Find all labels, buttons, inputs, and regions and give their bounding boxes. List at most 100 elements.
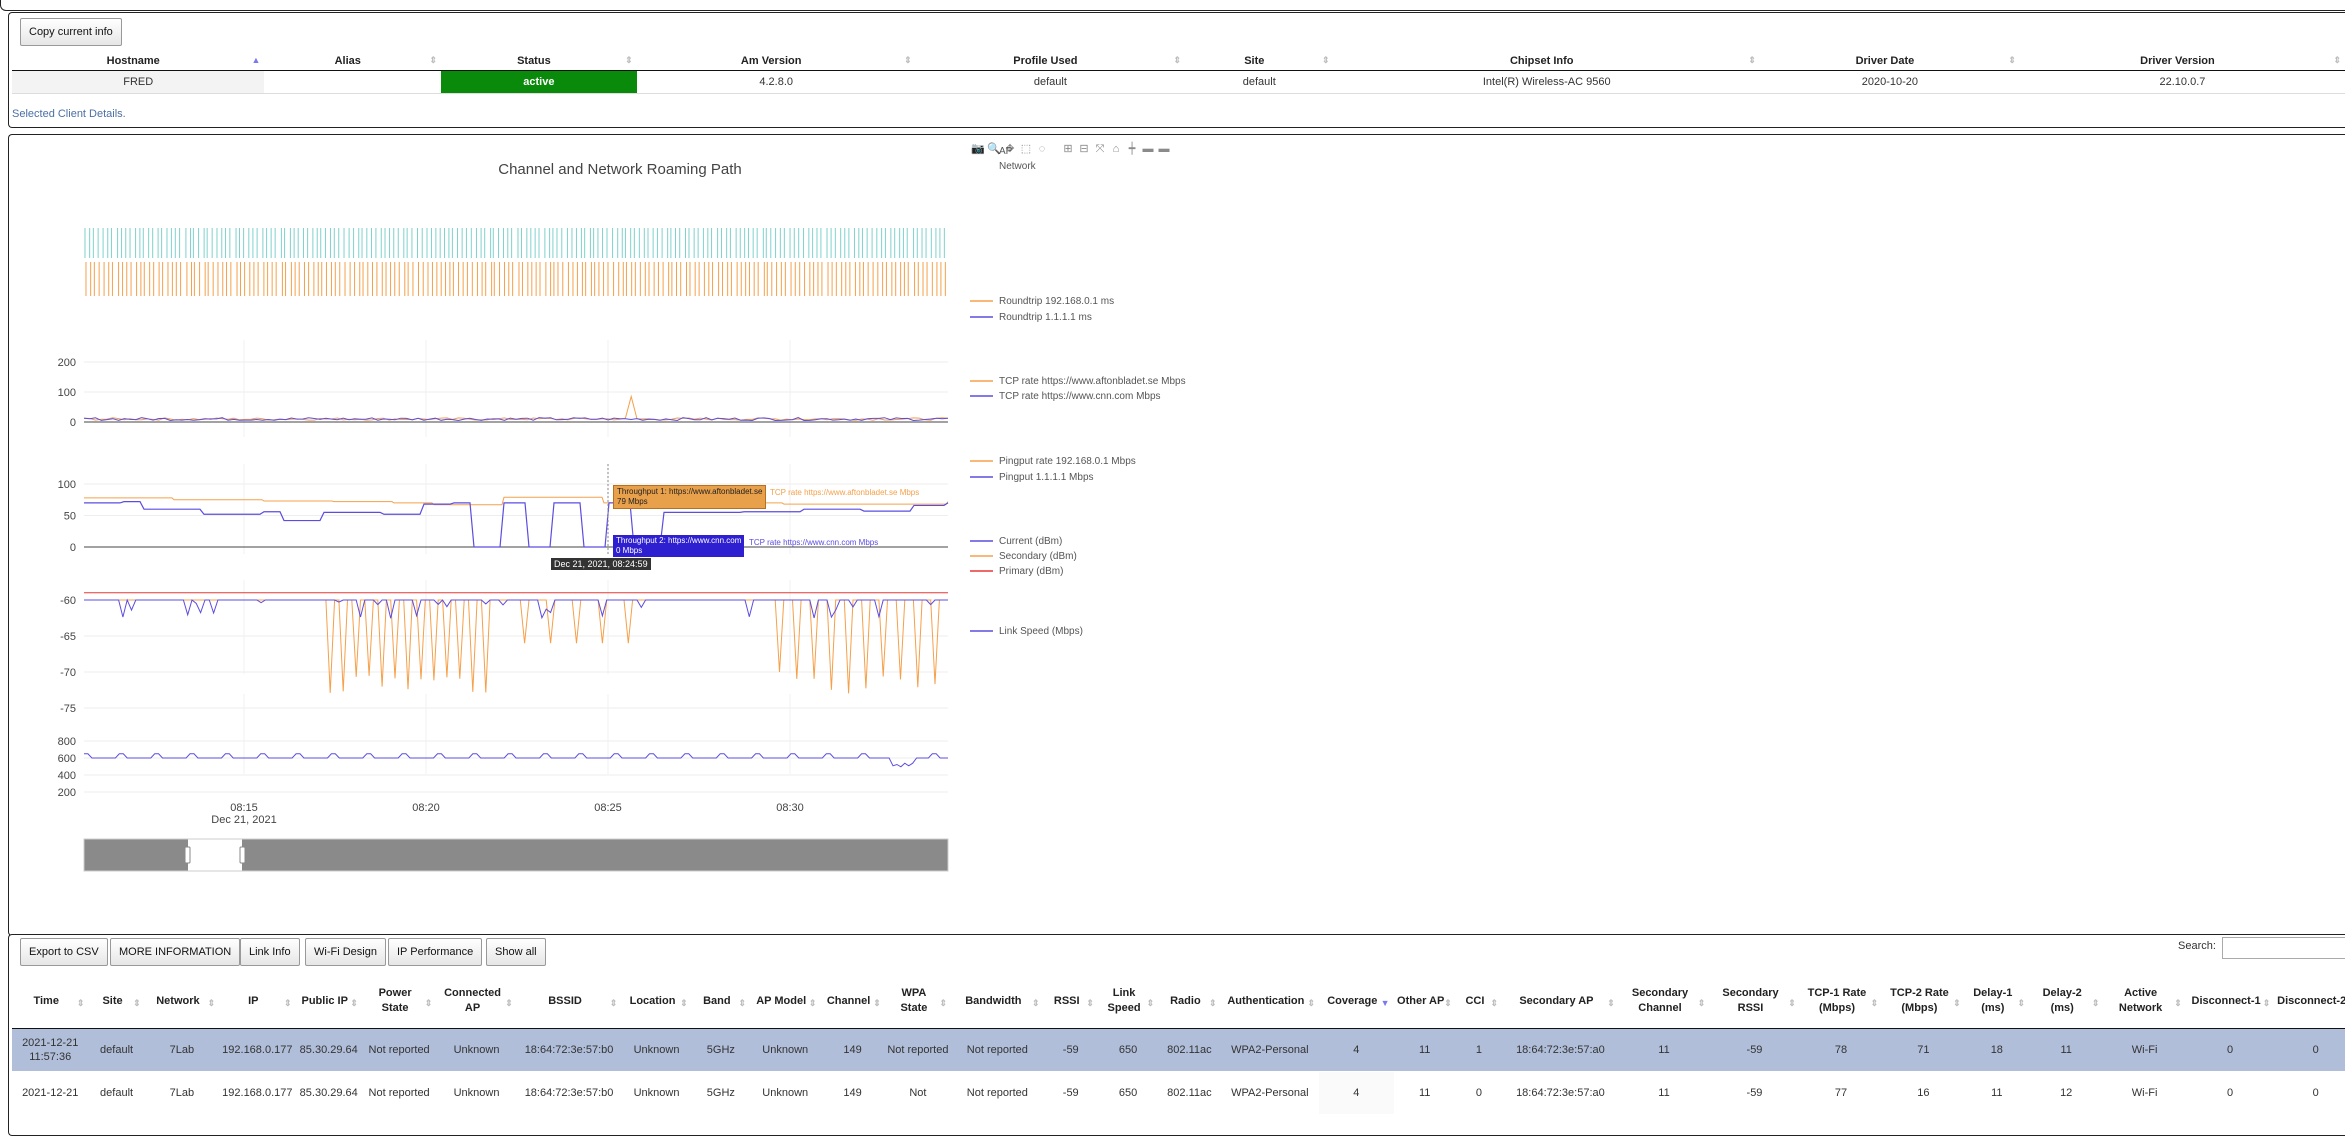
camera-icon[interactable]: 📷 <box>971 143 985 155</box>
legend-item-pingput-1-1-1-1-mbps[interactable]: Pingput 1.1.1.1 Mbps <box>999 472 1094 483</box>
sort-icon: ⇕ <box>1322 55 1330 65</box>
column-header-driver-version[interactable]: Driver Version ⇕ <box>2019 52 2345 71</box>
cell-power-state: Not reported <box>361 1071 437 1114</box>
legend-item-roundtrip-1-1-1-1-ms[interactable]: Roundtrip 1.1.1.1 ms <box>999 312 1092 323</box>
column-header-driver-date[interactable]: Driver Date ⇕ <box>1759 52 2020 71</box>
wi-fi-design-button[interactable]: Wi-Fi Design <box>305 938 386 966</box>
lasso-icon[interactable]: ◌ <box>1039 143 1046 155</box>
search-input[interactable] <box>2222 937 2345 959</box>
column-header-channel[interactable]: Channel ⇕ <box>820 974 885 1029</box>
column-header-disconnect-1[interactable]: Disconnect-1 ⇕ <box>2185 974 2275 1029</box>
column-header-delay-2-ms-[interactable]: Delay-2 (ms) ⇕ <box>2028 974 2104 1029</box>
column-header-delay-1-ms-[interactable]: Delay-1 (ms) ⇕ <box>1964 974 2029 1029</box>
column-header-disconnect-2[interactable]: Disconnect-2⇕ <box>2274 974 2345 1029</box>
column-header-site[interactable]: Site ⇕ <box>88 974 145 1029</box>
column-header-location[interactable]: Location ⇕ <box>621 974 692 1029</box>
column-header-band[interactable]: Band ⇕ <box>691 974 751 1029</box>
column-header-connected-ap[interactable]: Connected AP ⇕ <box>436 974 517 1029</box>
hover-compare-icon[interactable]: ▬ <box>1159 143 1170 155</box>
cell-delay-2-ms-: 11 <box>2028 1028 2104 1072</box>
more-information-button[interactable]: MORE INFORMATION <box>110 938 241 966</box>
copy-current-info-button[interactable]: Copy current info <box>20 18 122 46</box>
link-info-button[interactable]: Link Info <box>240 938 300 966</box>
hover-closest-icon[interactable]: ▬ <box>1143 143 1154 155</box>
roaming-chart[interactable]: Channel and Network Roaming Path📷 🔍 ✥ ⬚ ◌ ⊞ ⊟ ⤧… <box>8 134 1308 914</box>
legend-item-tcp-rate-https-www-aftonbladet-se-mbps[interactable]: TCP rate https://www.aftonbladet.se Mbps <box>999 376 1186 387</box>
column-header-tcp-1-rate-mbps-[interactable]: TCP-1 Rate (Mbps) ⇕ <box>1799 974 1883 1029</box>
sort-icon: ⇕ <box>904 55 912 65</box>
legend-item-pingput-rate-192-168-0-1-mbps[interactable]: Pingput rate 192.168.0.1 Mbps <box>999 456 1136 467</box>
table-row[interactable]: 2021-12-21 default 7Lab 192.168.0.177 85.30.… <box>12 1071 2345 1114</box>
column-header-time[interactable]: Time ⇕ <box>12 974 89 1029</box>
column-header-ip[interactable]: IP ⇕ <box>219 974 296 1029</box>
sort-icon: ⇕ <box>1788 998 1796 1008</box>
column-header-ap-model[interactable]: AP Model ⇕ <box>750 974 821 1029</box>
ip-performance-button[interactable]: IP Performance <box>388 938 483 966</box>
sort-icon: ⇕ <box>429 55 438 65</box>
column-header-tcp-2-rate-mbps-[interactable]: TCP-2 Rate (Mbps) ⇕ <box>1882 974 1965 1029</box>
cell-bssid: 18:64:72:3e:57:b0 <box>516 1071 622 1114</box>
table-row[interactable]: 2021-12-21 11:57:36 default 7Lab 192.168.0.… <box>12 1028 2345 1072</box>
cell-tcp-1-rate-mbps-: 77 <box>1799 1071 1883 1114</box>
cell-other-ap: 11 <box>1393 1071 1456 1114</box>
cell-delay-2-ms-: 12 <box>2028 1071 2104 1114</box>
zoom-out-icon[interactable]: ⊟ <box>1079 143 1088 155</box>
column-header-coverage[interactable]: Coverage ▼ <box>1319 974 1394 1029</box>
autoscale-icon[interactable]: ⤧ <box>1096 143 1105 155</box>
column-header-rssi[interactable]: RSSI ⇕ <box>1043 974 1098 1029</box>
client-row[interactable]: FRED active 4.2.8.0 default default Intel(R) … <box>12 70 2345 94</box>
box-select-icon[interactable]: ⬚ <box>1021 143 1031 155</box>
column-header-site[interactable]: Site ⇕ <box>1185 52 1334 71</box>
sort-icon: ⇕ <box>1490 998 1499 1008</box>
legend-item-current-dbm-[interactable]: Current (dBm) <box>999 536 1062 547</box>
column-header-chipset-info[interactable]: Chipset Info ⇕ <box>1333 52 1760 71</box>
column-header-profile-used[interactable]: Profile Used ⇕ <box>915 52 1186 71</box>
legend-item-roundtrip-192-168-0-1-ms[interactable]: Roundtrip 192.168.0.1 ms <box>999 296 1114 307</box>
column-header-bssid[interactable]: BSSID ⇕ <box>516 974 622 1029</box>
sort-icon: ⇕ <box>680 998 688 1008</box>
column-header-radio[interactable]: Radio ⇕ <box>1158 974 1221 1029</box>
measurements-table: Time ⇕ Site ⇕ Network ⇕ IP ⇕ Public IP ⇕ Power Sta… <box>12 974 2345 1114</box>
cell-other-ap: 11 <box>1393 1028 1456 1072</box>
sort-icon: ⇕ <box>2333 55 2341 65</box>
legend-item-secondary-dbm-[interactable]: Secondary (dBm) <box>999 551 1077 562</box>
legend-item-primary-dbm-[interactable]: Primary (dBm) <box>999 566 1063 577</box>
tooltip-hover-time: Dec 21, 2021, 08:24:59 <box>551 558 651 570</box>
column-header-am-version[interactable]: Am Version ⇕ <box>636 52 916 71</box>
legend-item-tcp-rate-https-www-cnn-com-mbps[interactable]: TCP rate https://www.cnn.com Mbps <box>999 391 1161 402</box>
column-header-bandwidth[interactable]: Bandwidth ⇕ <box>951 974 1044 1029</box>
zoom-in-icon[interactable]: ⊞ <box>1063 143 1072 155</box>
column-header-authentication[interactable]: Authentication ⇕ <box>1220 974 1320 1029</box>
column-header-hostname[interactable]: Hostname ▲ <box>12 52 265 71</box>
cell-site: default <box>88 1028 145 1072</box>
legend-item-ap[interactable]: AP <box>999 146 1013 157</box>
column-header-secondary-ap[interactable]: Secondary AP ⇕ <box>1502 974 1619 1029</box>
column-header-secondary-channel[interactable]: Secondary Channel ⇕ <box>1618 974 1710 1029</box>
range-slider-handle-left[interactable] <box>184 846 191 864</box>
column-header-cci[interactable]: CCI ⇕ <box>1455 974 1503 1029</box>
export-to-csv-button[interactable]: Export to CSV <box>20 938 108 966</box>
cell-time: 2021-12-21 11:57:36 <box>12 1028 89 1072</box>
cell-band: 5GHz <box>691 1028 751 1072</box>
column-header-wpa-state[interactable]: WPA State ⇕ <box>884 974 952 1029</box>
legend-item-network[interactable]: Network <box>999 161 1037 172</box>
spike-lines-icon[interactable]: ┿ <box>1128 141 1136 155</box>
sort-icon: ⇕ <box>284 998 292 1008</box>
column-header-active-network[interactable]: Active Network ⇕ <box>2103 974 2186 1029</box>
cell-rssi: -59 <box>1043 1071 1098 1114</box>
sort-icon: ⇕ <box>939 998 948 1008</box>
column-header-power-state[interactable]: Power State ⇕ <box>361 974 437 1029</box>
reset-axes-icon[interactable]: ⌂ <box>1113 143 1120 155</box>
chart-title: Channel and Network Roaming Path <box>498 161 741 178</box>
column-header-other-ap[interactable]: Other AP ⇕ <box>1393 974 1456 1029</box>
column-header-link-speed[interactable]: Link Speed ⇕ <box>1097 974 1159 1029</box>
show-all-button[interactable]: Show all <box>486 938 546 966</box>
column-header-secondary-rssi[interactable]: Secondary RSSI ⇕ <box>1709 974 1800 1029</box>
column-header-alias[interactable]: Alias ⇕ <box>264 52 442 71</box>
tooltip-throughput-1: Throughput 1: https://www.aftonbladet.se… <box>613 485 767 509</box>
column-header-status[interactable]: Status ⇕ <box>441 52 637 71</box>
column-header-public-ip[interactable]: Public IP ⇕ <box>295 974 362 1029</box>
legend-item-link-speed-mbps-[interactable]: Link Speed (Mbps) <box>999 626 1083 637</box>
column-header-network[interactable]: Network ⇕ <box>144 974 220 1029</box>
range-slider-handle-right[interactable] <box>239 846 246 864</box>
